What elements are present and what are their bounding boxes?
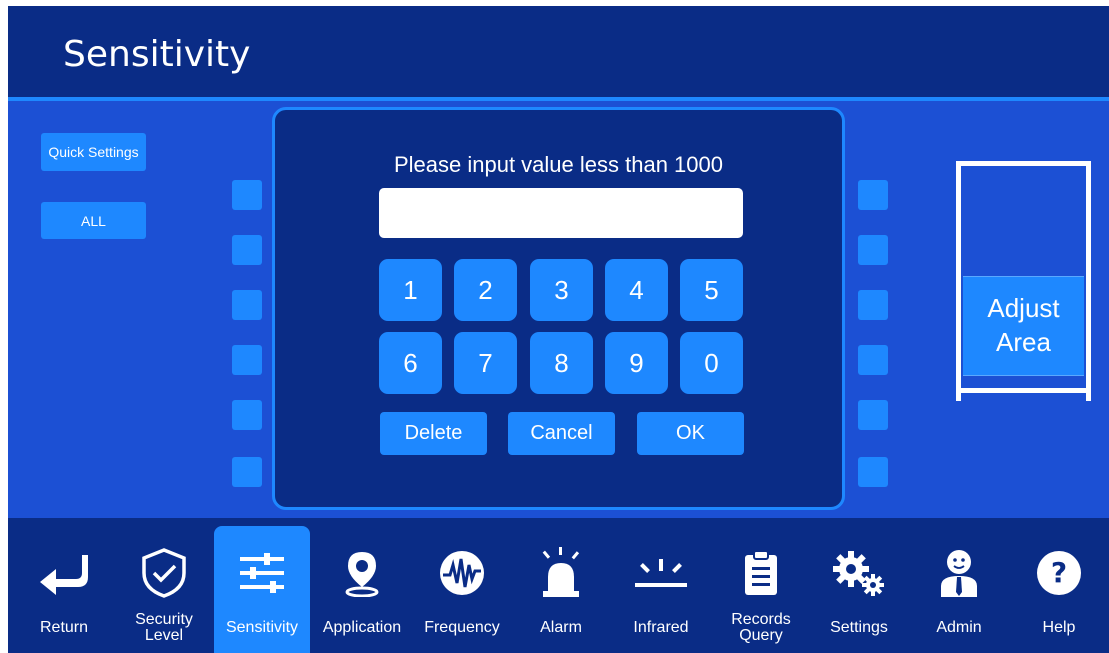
gate-bottom-bar bbox=[956, 388, 1091, 393]
key-9[interactable]: 9 bbox=[605, 332, 668, 394]
admin-person-icon bbox=[937, 538, 981, 608]
cancel-button[interactable]: Cancel bbox=[508, 412, 615, 455]
value-input[interactable] bbox=[379, 188, 743, 238]
adjust-area-label-line2: Area bbox=[996, 327, 1051, 357]
zone-indicator-left-6[interactable] bbox=[232, 457, 262, 487]
alarm-light-icon bbox=[537, 538, 585, 608]
nav-label: Records Query bbox=[731, 611, 791, 644]
quick-settings-button[interactable]: Quick Settings bbox=[41, 133, 146, 171]
location-pin-icon bbox=[342, 538, 382, 608]
help-icon: ? bbox=[1035, 538, 1083, 608]
zone-indicator-right-1[interactable] bbox=[858, 180, 888, 210]
gears-icon bbox=[831, 538, 887, 608]
nav-frequency[interactable]: Frequency bbox=[414, 526, 510, 653]
zone-indicator-left-2[interactable] bbox=[232, 235, 262, 265]
nav-settings[interactable]: Settings bbox=[811, 526, 907, 653]
nav-label: Frequency bbox=[424, 619, 500, 636]
nav-security-level[interactable]: Security Level bbox=[116, 526, 212, 653]
nav-label: Admin bbox=[936, 619, 982, 636]
nav-label: Sensitivity bbox=[225, 619, 299, 636]
zone-indicator-right-4[interactable] bbox=[858, 345, 888, 375]
shield-check-icon bbox=[139, 538, 189, 608]
sliders-icon bbox=[238, 538, 286, 608]
key-7[interactable]: 7 bbox=[454, 332, 517, 394]
zone-indicator-right-6[interactable] bbox=[858, 457, 888, 487]
gate-top-bar bbox=[956, 161, 1091, 166]
key-3[interactable]: 3 bbox=[530, 259, 593, 321]
gate-rail-left bbox=[956, 161, 961, 401]
ok-button[interactable]: OK bbox=[637, 412, 744, 455]
adjust-area-label-line1: Adjust bbox=[987, 293, 1060, 324]
nav-label: Security Level bbox=[135, 611, 193, 644]
key-0[interactable]: 0 bbox=[680, 332, 743, 394]
key-1[interactable]: 1 bbox=[379, 259, 442, 321]
nav-admin[interactable]: Admin bbox=[911, 526, 1007, 653]
nav-label: Alarm bbox=[540, 619, 582, 636]
gate-rail-right bbox=[1086, 161, 1091, 401]
adjust-area-button[interactable]: Adjust Area bbox=[963, 276, 1084, 376]
nav-return[interactable]: Return bbox=[16, 526, 112, 653]
zone-indicator-left-4[interactable] bbox=[232, 345, 262, 375]
nav-alarm[interactable]: Alarm bbox=[513, 526, 609, 653]
key-2[interactable]: 2 bbox=[454, 259, 517, 321]
svg-text:?: ? bbox=[1051, 556, 1067, 589]
nav-application[interactable]: Application bbox=[314, 526, 410, 653]
return-icon bbox=[38, 538, 90, 608]
key-5[interactable]: 5 bbox=[680, 259, 743, 321]
zone-indicator-left-1[interactable] bbox=[232, 180, 262, 210]
nav-label: Return bbox=[39, 619, 89, 636]
zone-indicator-left-5[interactable] bbox=[232, 400, 262, 430]
key-4[interactable]: 4 bbox=[605, 259, 668, 321]
nav-label: Infrared bbox=[633, 619, 689, 636]
adjust-area-gate: Adjust Area bbox=[956, 161, 1091, 401]
nav-infrared[interactable]: Infrared bbox=[613, 526, 709, 653]
nav-label: Settings bbox=[830, 619, 888, 636]
all-button[interactable]: ALL bbox=[41, 202, 146, 239]
app-screen: Sensitivity Quick Settings ALL Please in… bbox=[8, 6, 1109, 653]
infrared-icon bbox=[633, 538, 689, 608]
key-8[interactable]: 8 bbox=[530, 332, 593, 394]
bottom-nav-bar: Return Security Level Sensitivity Applic… bbox=[8, 518, 1109, 653]
delete-button[interactable]: Delete bbox=[380, 412, 487, 455]
waveform-icon bbox=[438, 538, 486, 608]
numeric-input-dialog: Please input value less than 1000 1 2 3 … bbox=[272, 107, 845, 510]
key-6[interactable]: 6 bbox=[379, 332, 442, 394]
input-prompt: Please input value less than 1000 bbox=[393, 152, 723, 177]
nav-label: Application bbox=[322, 619, 402, 636]
clipboard-icon bbox=[743, 538, 779, 608]
zone-indicator-right-2[interactable] bbox=[858, 235, 888, 265]
nav-help[interactable]: ? Help bbox=[1011, 526, 1107, 653]
zone-indicator-left-3[interactable] bbox=[232, 290, 262, 320]
zone-indicator-right-3[interactable] bbox=[858, 290, 888, 320]
nav-label: Help bbox=[1042, 619, 1076, 636]
nav-sensitivity[interactable]: Sensitivity bbox=[214, 526, 310, 653]
header: Sensitivity bbox=[8, 6, 1109, 101]
nav-records-query[interactable]: Records Query bbox=[713, 526, 809, 653]
page-title: Sensitivity bbox=[63, 34, 251, 75]
zone-indicator-right-5[interactable] bbox=[858, 400, 888, 430]
